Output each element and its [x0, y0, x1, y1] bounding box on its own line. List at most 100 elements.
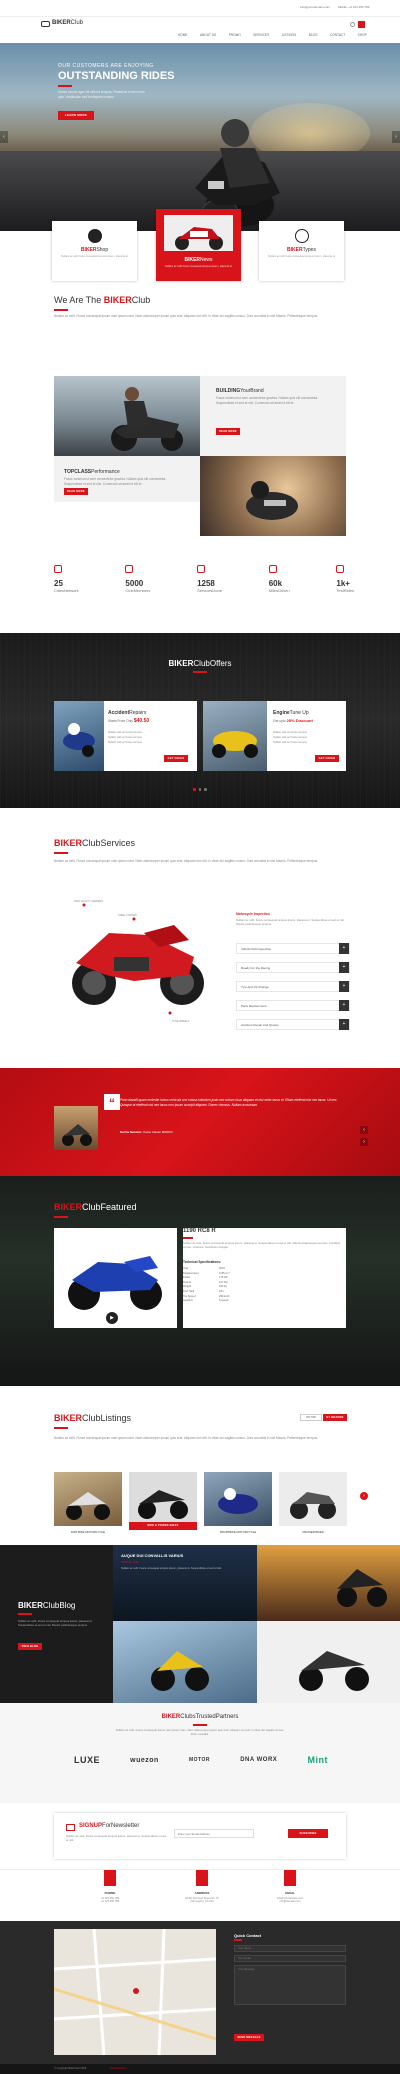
footer-map[interactable] — [53, 1928, 217, 2056]
service-row-5[interactable]: Accident Repair And Quotes + — [236, 1019, 350, 1030]
card-news[interactable]: BIKERNews Nullam ac velit fusce consequa… — [156, 209, 241, 281]
contact-phone-line2[interactable]: +0 123 456 789 — [90, 1900, 130, 1903]
offers-pagination — [193, 788, 207, 791]
card-shop[interactable]: BIKERShop Nullam ac velit fusce consequa… — [52, 221, 137, 281]
hero-underline — [58, 85, 72, 87]
topclass-read-more-button[interactable]: READ MORE — [64, 488, 88, 495]
nav-listings[interactable]: LISTINGS — [282, 33, 297, 37]
nav-services[interactable]: SERVICES — [253, 33, 269, 37]
offer-accident[interactable]: AccidentRepairs Starts From Only $40.50 … — [54, 701, 197, 771]
nav-blog[interactable]: BLOG — [309, 33, 318, 37]
footer-name-input[interactable] — [234, 1945, 346, 1952]
testimonial-prev-arrow[interactable]: ‹ — [360, 1126, 368, 1134]
building-read-more-button[interactable]: READ MORE — [216, 428, 240, 435]
cart-icon[interactable] — [358, 21, 365, 28]
offer-engine-title: EngineTune Up — [273, 710, 309, 716]
listing-item-3[interactable]: SPORTBIKE MOTORCYCLE — [204, 1472, 272, 1534]
service-row-3[interactable]: Tyre And Oil Change + — [236, 981, 350, 992]
contact-phone: PHONE +0 123 456 789 +0 123 456 789 — [90, 1870, 130, 1903]
search-icon[interactable] — [350, 22, 355, 27]
service-row-3-label: Tyre And Oil Change — [241, 985, 269, 989]
blog-post-dirtbike[interactable] — [113, 1621, 257, 1703]
stat-rides-label: TestRides — [336, 588, 354, 593]
blog-post-dark[interactable]: AUQUE DUI CONVALLIS VARIUS JUNE 24, 2016… — [113, 1545, 257, 1621]
offers-dot-1[interactable] — [193, 788, 196, 791]
service-row-1[interactable]: Vehicle Roll Inspection + — [236, 943, 350, 954]
services-title: BIKERClubServices — [54, 838, 135, 848]
blog-post-sunset[interactable] — [257, 1545, 400, 1621]
hero-prev-arrow[interactable]: ‹ — [0, 131, 8, 143]
about-rider-photo — [54, 376, 200, 456]
listing-item-2[interactable]: NEW & POWER BIKES — [129, 1472, 197, 1530]
newsletter-title-bold: SIGNUP — [79, 1823, 103, 1829]
about-title-bold: BIKER — [103, 295, 132, 305]
partner-logo-mint[interactable]: Mint — [307, 1755, 328, 1765]
nav-home[interactable]: HOME — [178, 33, 188, 37]
hero-learn-more-button[interactable]: LEARN MORE — [58, 111, 94, 120]
newsletter-email-input[interactable] — [174, 1829, 254, 1838]
stat-cities-label: CitiesNetwork — [54, 588, 79, 593]
blog-title-rest: ClubBlog — [42, 1601, 76, 1610]
blog-post-sportbike[interactable] — [257, 1621, 400, 1703]
plus-icon[interactable]: + — [339, 1000, 349, 1011]
plus-icon[interactable]: + — [339, 943, 349, 954]
plus-icon[interactable]: + — [339, 1019, 349, 1030]
nav-promo[interactable]: PROMO — [229, 33, 241, 37]
services-text: Nullam ac velit. Fusce consequat ipsum n… — [54, 859, 318, 863]
partner-logo-wuezon[interactable]: wuezon — [130, 1757, 159, 1764]
listing-2-photo — [129, 1472, 197, 1526]
testimonial-next-arrow[interactable]: › — [360, 1138, 368, 1146]
send-message-button[interactable]: SEND MESSAGE — [234, 2034, 264, 2041]
listing-item-4[interactable]: CRUISER BIKES — [279, 1472, 347, 1534]
quick-contact-underline — [234, 1939, 242, 1941]
nav-contact[interactable]: CONTACT — [330, 33, 345, 37]
plus-icon[interactable]: + — [339, 981, 349, 992]
play-icon[interactable]: ▶ — [106, 1312, 118, 1324]
header-phone[interactable]: Mobile: +0 123 456 789 — [338, 5, 369, 10]
nav-shop[interactable]: SHOP — [358, 33, 367, 37]
subscribe-button[interactable]: SUBSCRIBE — [288, 1829, 328, 1838]
card-types-rest: Types — [302, 247, 316, 253]
service-row-4[interactable]: Parts Replacement + — [236, 1000, 350, 1011]
card-types[interactable]: BIKERTypes Nullam ac velit fusce consequ… — [259, 221, 344, 281]
tab-by-brands[interactable]: BY BRANDS — [323, 1414, 347, 1421]
featured-section: BIKERClubFeatured ▶ 1190 RC8 R Nullam ac… — [0, 1176, 400, 1386]
header-email[interactable]: info@yourdomain.com — [300, 5, 330, 10]
offers-title-bold: BIKER — [168, 659, 194, 668]
testimonial-author-line: Martha Newman Owner Classic BMW/24 — [120, 1130, 173, 1134]
partner-logo-motor[interactable]: MOTOR — [189, 1757, 210, 1763]
partner-logo-luxe[interactable]: LUXE — [74, 1755, 100, 1765]
listings-next-arrow[interactable]: › — [360, 1492, 368, 1500]
partners-title-bold: BIKER — [161, 1714, 181, 1720]
hero-next-arrow[interactable]: › — [392, 131, 400, 143]
service-first-item[interactable]: Motorcycle Inspection Nullam ac velit. F… — [236, 912, 350, 926]
tab-on-top[interactable]: ON TOP — [300, 1414, 322, 1421]
contact-email-line2[interactable]: info@domain.com — [268, 1900, 312, 1903]
footer-message-textarea[interactable] — [234, 1965, 346, 2005]
mail-icon — [284, 1870, 296, 1886]
stat-services-label: ServicesDone — [197, 588, 222, 593]
offer-engine[interactable]: EngineTune Up Get upto 25% Discount Null… — [203, 701, 346, 771]
nav-about[interactable]: ABOUT US — [200, 33, 216, 37]
listing-item-1[interactable]: DIRT BIKE MOTORCYCLE — [54, 1472, 122, 1534]
site-logo[interactable]: BIKERClub — [52, 20, 83, 26]
service-row-2[interactable]: Ready For the Racing + — [236, 962, 350, 973]
building-title-bold: BUILDING — [216, 388, 241, 394]
logo-icon[interactable] — [41, 21, 50, 27]
newsletter-box: SIGNUPForNewsletter Nullam ac velit. Fus… — [54, 1813, 346, 1859]
footer-email-input[interactable] — [234, 1955, 346, 1962]
listings-title-rest: ClubListings — [82, 1413, 132, 1423]
offers-dot-3[interactable] — [204, 788, 207, 791]
offer-accident-button[interactable]: GET OFFER — [164, 755, 188, 762]
offers-title-rest: ClubOffers — [193, 659, 232, 668]
offer-engine-button[interactable]: GET OFFER — [315, 755, 339, 762]
copyright-credit[interactable]: ThemeForest — [110, 2067, 125, 2070]
offer-engine-photo — [203, 701, 267, 771]
blog-title: BIKERClubBlog — [18, 1601, 75, 1610]
offer-engine-bullet-2: Nullam velit ac Fusce tempus — [273, 736, 307, 739]
partner-logo-dnaworx[interactable]: DNA WORX — [240, 1757, 277, 1763]
offers-dot-2[interactable] — [198, 788, 201, 791]
plus-icon[interactable]: + — [339, 962, 349, 973]
view-blog-button[interactable]: VIEW BLOG — [18, 1643, 42, 1650]
partners-text: Nullam ac velit. Fusce consequat ipsum n… — [115, 1728, 285, 1736]
